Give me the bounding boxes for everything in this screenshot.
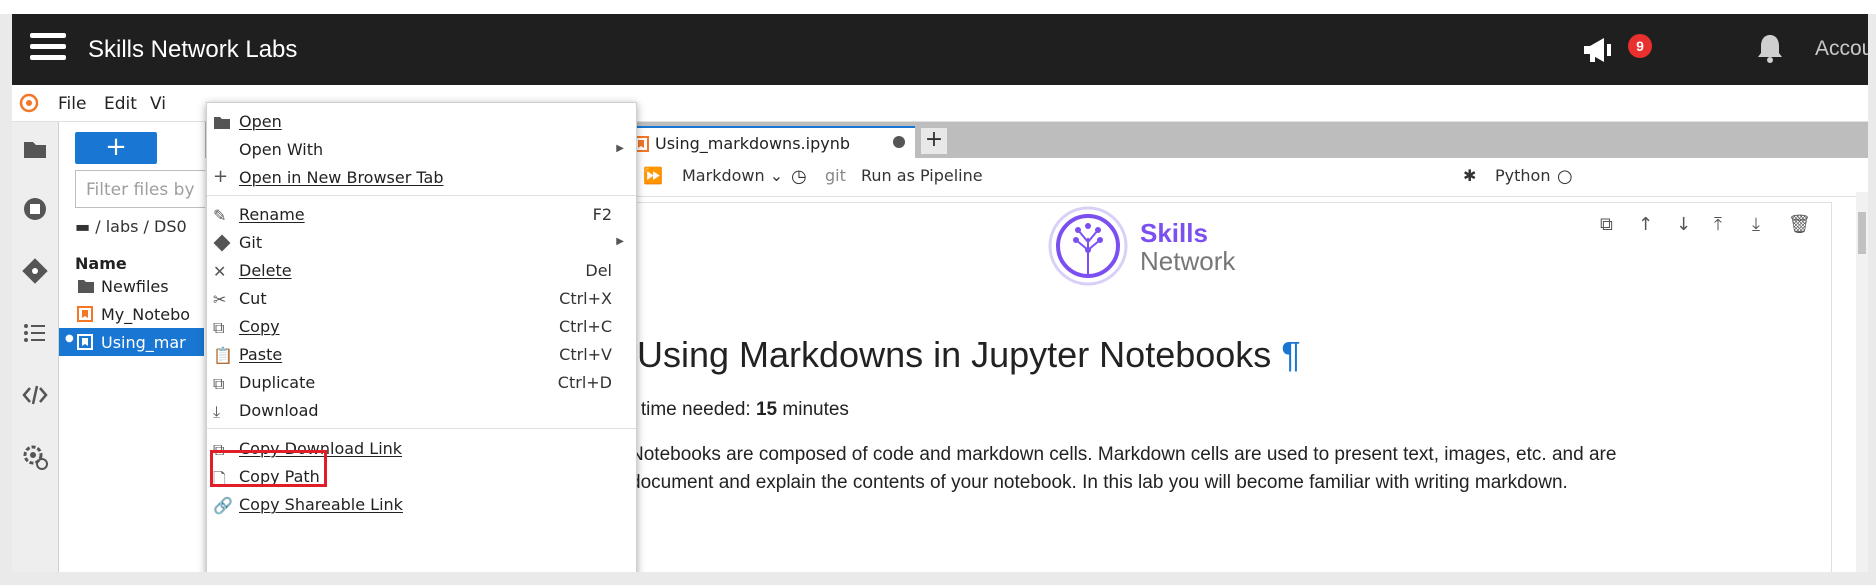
menu-item-copy[interactable]: ⧉ Copy Ctrl+C: [207, 314, 636, 340]
plus-icon: +: [213, 166, 229, 187]
menu-item-duplicate[interactable]: ⧉ Duplicate Ctrl+D: [207, 370, 636, 396]
menu-item-rename[interactable]: ✎ Rename F2: [207, 202, 636, 228]
settings-icon[interactable]: [20, 442, 50, 472]
jupyter-logo-icon: [19, 93, 39, 113]
tab-active[interactable]: Using_markdowns.ipynb: [625, 126, 915, 158]
estimate-suffix: minutes: [777, 399, 849, 420]
breadcrumb-path: / labs / DS0: [95, 217, 187, 236]
duplicate-icon: ⧉: [213, 374, 225, 393]
clock-icon[interactable]: ◷: [791, 166, 807, 187]
menu-item-open-with[interactable]: Open With ▶: [207, 137, 636, 163]
notebook-icon: [77, 306, 93, 322]
skills-network-logo: Skills Network: [1048, 206, 1236, 286]
submenu-arrow-icon: ▶: [616, 143, 624, 154]
menu-item-git[interactable]: Git ▶: [207, 230, 636, 256]
menu-edit[interactable]: Edit: [104, 94, 137, 114]
cell-type-value: Markdown: [682, 166, 765, 185]
pencil-icon: ✎: [213, 206, 227, 225]
folder-icon: [78, 280, 94, 293]
download-icon: ⤓: [213, 402, 221, 421]
brand-title: Skills Network Labs: [88, 36, 298, 63]
file-name: Using_mar: [101, 333, 186, 352]
estimate-prefix: d time needed:: [625, 399, 756, 420]
logo-text-network: Network: [1140, 246, 1236, 276]
insert-above-icon[interactable]: ⤒: [1714, 214, 1722, 235]
estimated-time: d time needed: 15 minutes: [625, 399, 849, 421]
kernel-status-icon: ○: [1557, 166, 1573, 187]
file-browser: + Filter files by ▬ / labs / DS0 Name Ne…: [59, 122, 215, 572]
git-toolbar-button[interactable]: git: [825, 166, 846, 185]
scissors-icon: ✂: [213, 290, 227, 309]
estimate-value: 15: [755, 399, 778, 420]
folder-icon: ▬: [75, 217, 91, 236]
menu-item-open-new-tab[interactable]: + Open in New Browser Tab: [207, 165, 636, 191]
paste-icon: 📋: [213, 346, 233, 365]
close-icon: ✕: [213, 262, 227, 281]
copy-icon: ⧉: [213, 318, 225, 337]
duplicate-cell-icon[interactable]: ⧉: [1600, 214, 1613, 235]
column-header-name[interactable]: Name: [75, 254, 127, 273]
tab-label: Using_markdowns.ipynb: [655, 134, 850, 153]
lab-window: Skills Network Labs 9 Account File Edit …: [12, 14, 1868, 572]
scrollbar[interactable]: [1856, 192, 1868, 572]
top-bar: Skills Network Labs 9 Account: [12, 14, 1868, 85]
code-snippets-icon[interactable]: [20, 380, 50, 410]
left-sidebar: [12, 122, 59, 572]
new-launcher-button[interactable]: +: [75, 132, 157, 164]
unsaved-dot-icon[interactable]: [893, 136, 905, 148]
account-menu[interactable]: Account: [1815, 37, 1868, 61]
menu-file[interactable]: File: [58, 94, 86, 114]
running-kernels-icon[interactable]: [20, 194, 50, 224]
table-of-contents-icon[interactable]: [20, 318, 50, 348]
notebook-heading: Using Markdowns in Jupyter Notebooks ¶: [637, 334, 1301, 376]
menu-item-paste[interactable]: 📋 Paste Ctrl+V: [207, 342, 636, 368]
file-name: Newfiles: [101, 277, 169, 296]
fast-forward-icon[interactable]: ⏩: [643, 166, 663, 185]
kernel-name[interactable]: Python: [1495, 166, 1550, 185]
filter-files-input[interactable]: Filter files by: [75, 170, 215, 208]
file-row[interactable]: My_Notebo: [59, 300, 204, 328]
move-up-icon[interactable]: ↑: [1638, 214, 1653, 235]
add-tab-button[interactable]: +: [921, 128, 947, 154]
breadcrumb[interactable]: ▬ / labs / DS0: [75, 217, 187, 236]
insert-below-icon[interactable]: ⤓: [1752, 214, 1760, 235]
link-icon: 🔗: [213, 496, 233, 515]
download-highlight-box: [210, 450, 327, 487]
logo-text-skills: Skills: [1140, 218, 1208, 248]
heading-text: Using Markdowns in Jupyter Notebooks: [637, 334, 1272, 375]
git-icon: [213, 234, 231, 252]
hamburger-menu-icon[interactable]: [30, 33, 66, 63]
folder-icon: [214, 117, 230, 129]
folder-icon[interactable]: [20, 134, 50, 164]
cell-type-select[interactable]: Markdown ⌄: [682, 166, 783, 185]
git-icon[interactable]: [20, 256, 50, 286]
intro-paragraph-line-2: document and explain the contents of you…: [630, 472, 1568, 493]
menu-item-open[interactable]: Open: [207, 109, 636, 135]
submenu-arrow-icon: ▶: [616, 236, 624, 247]
delete-cell-icon[interactable]: 🗑: [1788, 214, 1811, 235]
menu-item-download[interactable]: ⤓ Download: [207, 398, 636, 424]
run-as-pipeline-button[interactable]: Run as Pipeline: [861, 166, 983, 185]
intro-paragraph-line-1: Notebooks are composed of code and markd…: [630, 444, 1617, 465]
move-down-icon[interactable]: ↓: [1676, 214, 1691, 235]
file-context-menu: Open Open With ▶ + Open in New Browser T…: [206, 102, 637, 572]
menu-view[interactable]: Vi: [150, 94, 166, 114]
notification-count-badge: 9: [1628, 34, 1652, 58]
bell-icon[interactable]: [1756, 32, 1784, 64]
anchor-link[interactable]: ¶: [1281, 334, 1300, 375]
menu-item-copy-shareable-link[interactable]: 🔗 Copy Shareable Link: [207, 492, 636, 518]
notebook-icon: [77, 334, 93, 350]
menu-item-delete[interactable]: ✕ Delete Del: [207, 258, 636, 284]
file-name: My_Notebo: [101, 305, 191, 324]
debugger-icon[interactable]: ✱: [1463, 166, 1476, 185]
browser-bookmarks-strip: [0, 0, 1876, 14]
file-row[interactable]: Newfiles: [59, 272, 204, 300]
megaphone-icon[interactable]: [1582, 36, 1616, 64]
file-row-selected[interactable]: ● Using_mar: [59, 328, 204, 356]
menu-item-cut[interactable]: ✂ Cut Ctrl+X: [207, 286, 636, 312]
